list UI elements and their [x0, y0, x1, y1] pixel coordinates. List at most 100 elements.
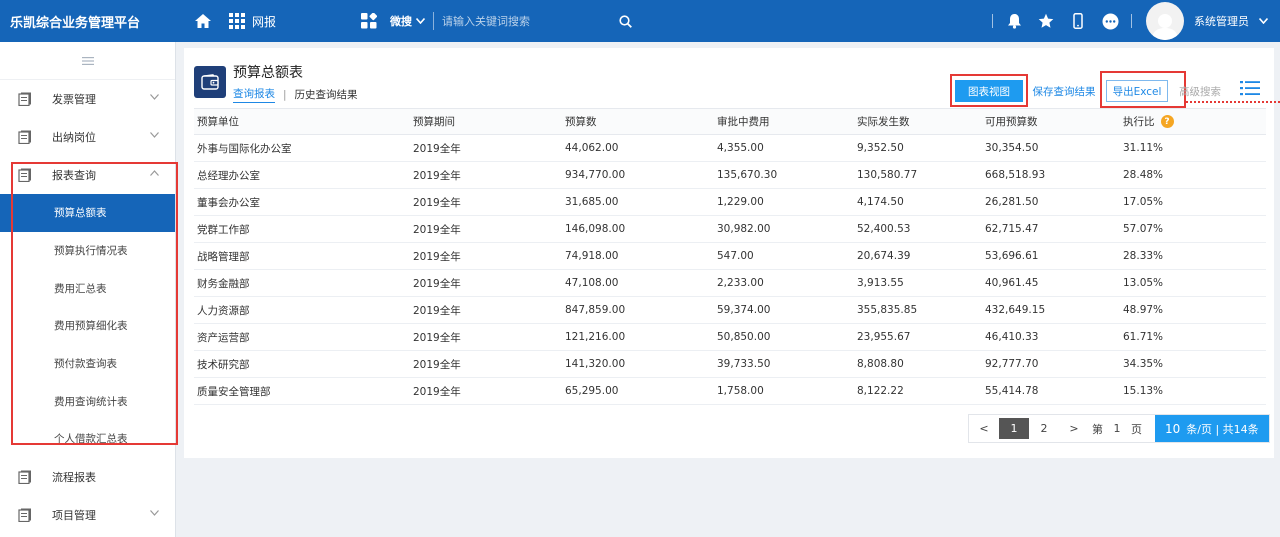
table-cell: 52,400.53: [857, 223, 911, 235]
table-cell: 62,715.47: [985, 223, 1039, 235]
table-cell: 人力资源部: [197, 304, 250, 317]
nav-label[interactable]: 网报: [252, 13, 276, 30]
column-header[interactable]: 执行比?: [1120, 114, 1266, 129]
table-cell: 8,808.80: [857, 358, 904, 370]
column-header[interactable]: 审批中费用: [714, 114, 854, 129]
column-header[interactable]: 实际发生数: [854, 114, 982, 129]
table-cell: 质量安全管理部: [197, 385, 271, 398]
sidebar-item-process-report[interactable]: 流程报表: [0, 458, 175, 496]
column-header[interactable]: 可用预算数: [982, 114, 1120, 129]
table-cell: 130,580.77: [857, 169, 918, 181]
table-cell: 2019全年: [413, 169, 461, 182]
chat-icon[interactable]: [1099, 10, 1121, 32]
table-row[interactable]: 质量安全管理部 2019全年 65,295.00 1,758.00 8,122.…: [194, 378, 1266, 405]
table-cell: 2019全年: [413, 277, 461, 290]
column-header[interactable]: 预算单位: [194, 114, 410, 129]
table-cell: 355,835.85: [857, 304, 918, 316]
table-cell: 1,229.00: [717, 196, 764, 208]
toolbar-divider: [992, 14, 993, 28]
sidebar-item-label: 出纳岗位: [52, 131, 96, 144]
sidebar-subitem-expense-summary[interactable]: 费用汇总表: [0, 269, 175, 307]
apps-grid-icon[interactable]: [226, 10, 248, 32]
chart-view-button[interactable]: 图表视图: [955, 80, 1023, 102]
document-icon: [18, 470, 31, 484]
sidebar-subitem-budget-total[interactable]: 预算总额表: [0, 194, 175, 232]
table-row[interactable]: 资产运营部 2019全年 121,216.00 50,850.00 23,955…: [194, 324, 1266, 351]
table-cell: 47,108.00: [565, 277, 619, 289]
table-cell: 30,354.50: [985, 142, 1039, 154]
table-cell: 74,918.00: [565, 250, 619, 262]
pagination: < 1 2 > 第 页 10 条/页 | 共14条: [968, 414, 1270, 443]
page-button-2[interactable]: 2: [1029, 415, 1059, 442]
table-cell: 26,281.50: [985, 196, 1039, 208]
table-row[interactable]: 总经理办公室 2019全年 934,770.00 135,670.30 130,…: [194, 162, 1266, 189]
sidebar-subitem-expense-budget-detail[interactable]: 费用预算细化表: [0, 307, 175, 345]
prev-page-button[interactable]: <: [969, 415, 999, 442]
column-header[interactable]: 预算数: [562, 114, 714, 129]
sidebar-collapse-button[interactable]: [0, 42, 175, 80]
table-cell: 121,216.00: [565, 331, 626, 343]
sidebar-item-report-query[interactable]: 报表查询: [0, 156, 175, 194]
table-cell: 4,174.50: [857, 196, 904, 208]
goto-page-input[interactable]: [1106, 415, 1128, 442]
star-icon[interactable]: [1035, 10, 1057, 32]
table-cell: 46,410.33: [985, 331, 1039, 343]
table-cell: 432,649.15: [985, 304, 1046, 316]
widgets-icon[interactable]: [358, 10, 380, 32]
help-icon[interactable]: ?: [1160, 115, 1174, 128]
table-cell: 59,374.00: [717, 304, 771, 316]
tab-query-report[interactable]: 查询报表: [233, 86, 275, 103]
table-cell: 30,982.00: [717, 223, 771, 235]
mobile-icon[interactable]: [1067, 10, 1089, 32]
table-cell: 2019全年: [413, 142, 461, 155]
save-query-button[interactable]: 保存查询结果: [1029, 80, 1099, 102]
page-button-1[interactable]: 1: [999, 418, 1029, 439]
document-icon: [18, 168, 31, 182]
sidebar-item-cashier[interactable]: 出纳岗位: [0, 118, 175, 156]
table-cell: 34.35%: [1123, 358, 1164, 370]
table-cell: 资产运营部: [197, 331, 250, 344]
advanced-search-button[interactable]: 高级搜索: [1174, 80, 1226, 102]
table-row[interactable]: 外事与国际化办公室 2019全年 44,062.00 4,355.00 9,35…: [194, 135, 1266, 162]
table-row[interactable]: 人力资源部 2019全年 847,859.00 59,374.00 355,83…: [194, 297, 1266, 324]
export-excel-button[interactable]: 导出Excel: [1106, 80, 1168, 102]
table-row[interactable]: 财务金融部 2019全年 47,108.00 2,233.00 3,913.55…: [194, 270, 1266, 297]
sidebar-item-project-management[interactable]: 项目管理: [0, 496, 175, 534]
table-cell: 934,770.00: [565, 169, 626, 181]
sidebar-item-invoice[interactable]: 发票管理: [0, 80, 175, 118]
chevron-down-icon[interactable]: [1259, 18, 1268, 24]
sidebar-subitem-expense-statistics[interactable]: 费用查询统计表: [0, 382, 175, 420]
table-cell: 8,122.22: [857, 385, 904, 397]
wallet-icon: [194, 66, 226, 98]
table-row[interactable]: 技术研究部 2019全年 141,320.00 39,733.50 8,808.…: [194, 351, 1266, 378]
table-cell: 15.13%: [1123, 385, 1164, 397]
table-cell: 1,758.00: [717, 385, 764, 397]
home-icon[interactable]: [192, 10, 214, 32]
next-page-button[interactable]: >: [1059, 415, 1089, 442]
table-row[interactable]: 董事会办公室 2019全年 31,685.00 1,229.00 4,174.5…: [194, 189, 1266, 216]
document-icon: [18, 508, 31, 522]
table-cell: 44,062.00: [565, 142, 619, 154]
sidebar-subitem-budget-execution[interactable]: 预算执行情况表: [0, 232, 175, 270]
list-icon[interactable]: [1240, 80, 1260, 100]
table-row[interactable]: 战略管理部 2019全年 74,918.00 547.00 20,674.39 …: [194, 243, 1266, 270]
user-avatar[interactable]: [1146, 2, 1184, 40]
sidebar-subitem-personal-loan[interactable]: 个人借款汇总表: [0, 420, 175, 458]
menu-icon: [81, 56, 94, 65]
table-cell: 39,733.50: [717, 358, 771, 370]
page-size-select[interactable]: 10 条/页 | 共14条: [1155, 415, 1269, 442]
search-input[interactable]: [434, 14, 615, 28]
search-icon[interactable]: [614, 10, 636, 32]
table-cell: 28.33%: [1123, 250, 1164, 262]
toolbar-divider: [1131, 14, 1132, 28]
search-scope-select[interactable]: 微搜: [386, 12, 435, 30]
bell-icon[interactable]: [1003, 10, 1025, 32]
table-cell: 92,777.70: [985, 358, 1039, 370]
column-header[interactable]: 预算期间: [410, 114, 562, 129]
search-bar: 微搜: [386, 8, 636, 34]
sidebar-subitem-prepayment[interactable]: 预付款查询表: [0, 345, 175, 383]
table-cell: 668,518.93: [985, 169, 1046, 181]
table-row[interactable]: 党群工作部 2019全年 146,098.00 30,982.00 52,400…: [194, 216, 1266, 243]
tab-history-results[interactable]: 历史查询结果: [295, 87, 358, 102]
user-name[interactable]: 系统管理员: [1194, 13, 1249, 29]
